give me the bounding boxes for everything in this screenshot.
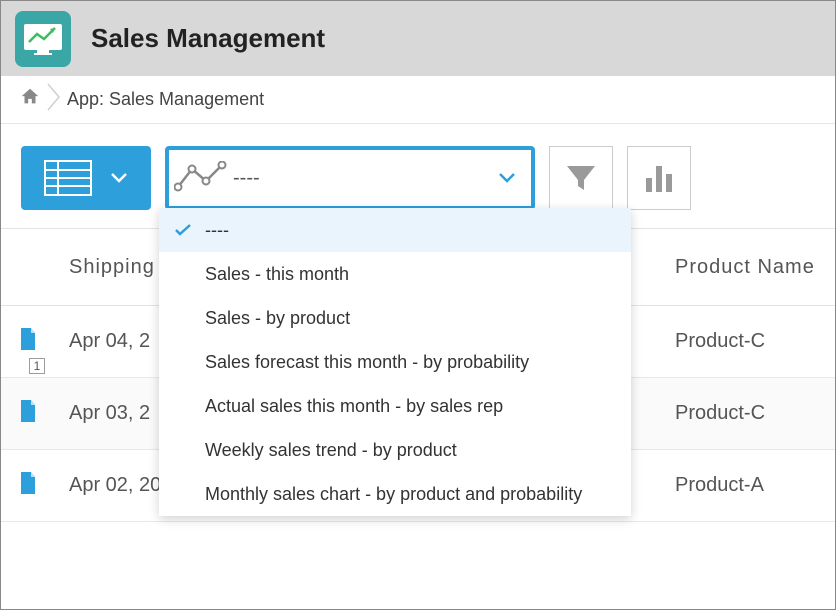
dropdown-item-label: Actual sales this month - by sales rep bbox=[205, 396, 503, 417]
breadcrumb: App: Sales Management bbox=[1, 76, 835, 124]
cell-product-name: Product-C bbox=[661, 330, 835, 353]
dropdown-item[interactable]: Sales - by product bbox=[159, 296, 631, 340]
row-badge: 1 bbox=[29, 358, 45, 374]
breadcrumb-separator-icon bbox=[47, 83, 61, 116]
dropdown-item-label: Sales forecast this month - by probabili… bbox=[205, 352, 529, 373]
dropdown-item-label: ---- bbox=[205, 220, 229, 241]
bar-chart-icon bbox=[641, 160, 677, 196]
app-logo-icon bbox=[15, 11, 71, 67]
breadcrumb-current[interactable]: App: Sales Management bbox=[67, 89, 264, 110]
graph-select-value: ---- bbox=[233, 167, 483, 190]
dropdown-item[interactable]: Sales forecast this month - by probabili… bbox=[159, 340, 631, 384]
dropdown-item[interactable]: Sales - this month bbox=[159, 252, 631, 296]
app-header: Sales Management bbox=[1, 1, 835, 76]
page-icon bbox=[19, 400, 37, 427]
toolbar: ---- ---- Sales - this month Sa bbox=[1, 124, 835, 228]
column-header-product[interactable]: Product Name bbox=[661, 256, 835, 279]
app-title: Sales Management bbox=[91, 23, 325, 54]
dropdown-item-label: Weekly sales trend - by product bbox=[205, 440, 457, 461]
page-icon bbox=[19, 328, 37, 355]
dropdown-item[interactable]: ---- bbox=[159, 208, 631, 252]
graph-select-dropdown[interactable]: ---- bbox=[165, 146, 535, 210]
chevron-down-icon bbox=[110, 172, 128, 184]
chevron-down-icon bbox=[483, 172, 531, 184]
check-icon bbox=[173, 223, 193, 237]
chart-button[interactable] bbox=[627, 146, 691, 210]
dropdown-item-label: Sales - this month bbox=[205, 264, 349, 285]
dropdown-item[interactable]: Monthly sales chart - by product and pro… bbox=[159, 472, 631, 516]
dropdown-item-label: Sales - by product bbox=[205, 308, 350, 329]
page-icon bbox=[19, 472, 37, 499]
cell-product-name: Product-C bbox=[661, 402, 835, 425]
home-icon[interactable] bbox=[19, 86, 41, 113]
table-icon bbox=[44, 160, 92, 196]
dropdown-item-label: Monthly sales chart - by product and pro… bbox=[205, 484, 582, 505]
cell-product-name: Product-A bbox=[661, 474, 835, 497]
filter-button[interactable] bbox=[549, 146, 613, 210]
funnel-icon bbox=[563, 160, 599, 196]
graph-dropdown-menu: ---- Sales - this month Sales - by produ… bbox=[159, 208, 631, 516]
dropdown-item[interactable]: Weekly sales trend - by product bbox=[159, 428, 631, 472]
line-graph-icon bbox=[169, 161, 233, 195]
table-view-button[interactable] bbox=[21, 146, 151, 210]
dropdown-item[interactable]: Actual sales this month - by sales rep bbox=[159, 384, 631, 428]
